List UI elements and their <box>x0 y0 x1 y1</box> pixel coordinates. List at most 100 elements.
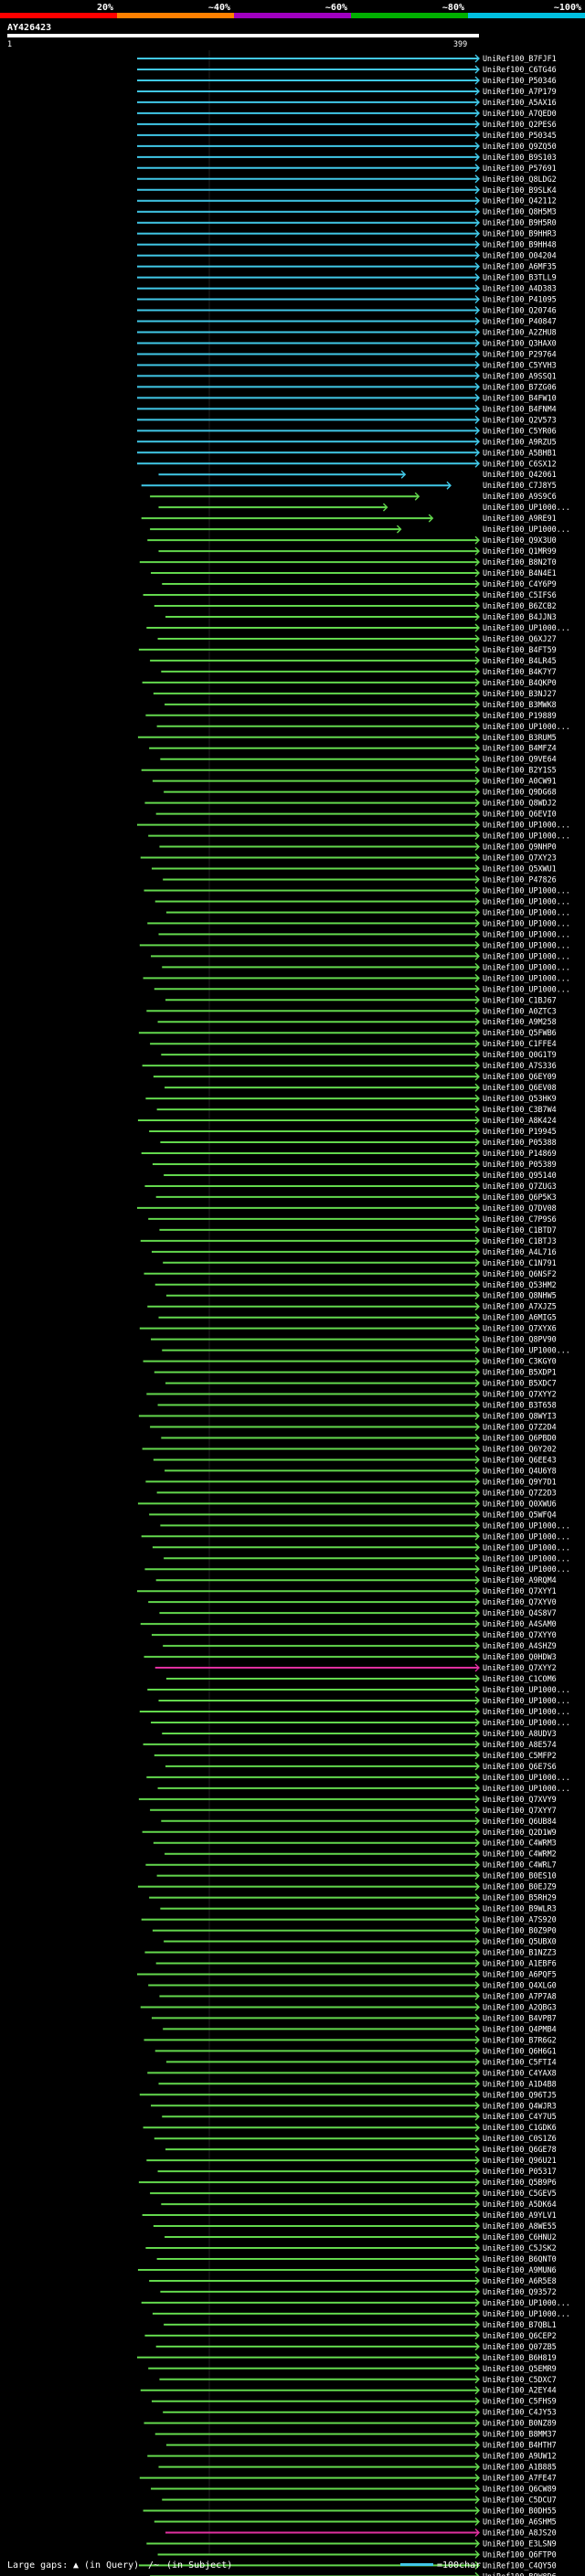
hit-label[interactable]: UniRef100_A8K424 <box>483 1116 557 1125</box>
hit-label[interactable]: UniRef100_Q4U6Y8 <box>483 1466 557 1475</box>
hit-label[interactable]: UniRef100_Q0G1T9 <box>483 1050 557 1059</box>
hit-label[interactable]: UniRef100_UP1000... <box>483 1532 570 1541</box>
hit-label[interactable]: UniRef100_Q7XVY9 <box>483 1795 557 1804</box>
hit-label[interactable]: UniRef100_Q6EV08 <box>483 1083 557 1092</box>
hit-label[interactable]: UniRef100_A5AX16 <box>483 98 557 107</box>
hit-label[interactable]: UniRef100_B4FW10 <box>483 393 557 402</box>
hit-label[interactable]: UniRef100_C1BJ67 <box>483 995 557 1004</box>
hit-label[interactable]: UniRef100_A8JS20 <box>483 2528 557 2537</box>
hit-label[interactable]: UniRef100_Q6GE78 <box>483 2145 557 2154</box>
hit-label[interactable]: UniRef100_UP1000... <box>483 918 570 928</box>
hit-label[interactable]: UniRef100_UP1000... <box>483 821 570 830</box>
hit-label[interactable]: UniRef100_A4SAM0 <box>483 1619 557 1628</box>
hit-label[interactable]: UniRef100_A9RZU5 <box>483 437 557 446</box>
hit-label[interactable]: UniRef100_UP1000... <box>483 973 570 982</box>
hit-label[interactable]: UniRef100_A1B885 <box>483 2463 557 2472</box>
hit-label[interactable]: UniRef100_C0S1Z6 <box>483 2134 557 2143</box>
hit-label[interactable]: UniRef100_Q6XJ27 <box>483 634 557 643</box>
hit-label[interactable]: UniRef100_A1EBF6 <box>483 1959 557 1968</box>
hit-label[interactable]: UniRef100_Q6CW89 <box>483 2485 557 2494</box>
hit-label[interactable]: UniRef100_B4VPB7 <box>483 2013 557 2022</box>
hit-label[interactable]: UniRef100_Q4PMB4 <box>483 2024 557 2033</box>
hit-label[interactable]: UniRef100_C5YVH3 <box>483 360 557 369</box>
hit-label[interactable]: UniRef100_Q5FWB6 <box>483 1028 557 1037</box>
hit-label[interactable]: UniRef100_Q4S8V7 <box>483 1608 557 1617</box>
hit-label[interactable]: UniRef100_Q9NHP0 <box>483 843 557 852</box>
hit-label[interactable]: UniRef100_Q0XWU6 <box>483 1499 557 1508</box>
hit-label[interactable]: UniRef100_UP1000... <box>483 623 570 632</box>
hit-label[interactable]: UniRef100_A0CW91 <box>483 777 557 786</box>
hit-label[interactable]: UniRef100_C4Y7U5 <box>483 2112 557 2121</box>
hit-label[interactable]: UniRef100_A1D4B8 <box>483 2079 557 2088</box>
hit-label[interactable]: UniRef100_B6ZCB2 <box>483 601 557 610</box>
hit-label[interactable]: UniRef100_Q7XYV0 <box>483 1597 557 1606</box>
hit-label[interactable]: UniRef100_Q96U21 <box>483 2156 557 2165</box>
hit-label[interactable]: UniRef100_A9SSQ1 <box>483 371 557 380</box>
hit-label[interactable]: UniRef100_B7ZG06 <box>483 382 557 391</box>
hit-label[interactable]: UniRef100_Q7Z2D4 <box>483 1423 557 1432</box>
hit-label[interactable]: UniRef100_C6HNU2 <box>483 2232 557 2242</box>
hit-label[interactable]: UniRef100_Q7XYY0 <box>483 1630 557 1639</box>
hit-label[interactable]: UniRef100_Q20746 <box>483 306 557 315</box>
hit-label[interactable]: UniRef100_P05388 <box>483 1138 557 1147</box>
hit-label[interactable]: UniRef100_B3TLL9 <box>483 273 557 282</box>
hit-label[interactable]: UniRef100_C4YAX8 <box>483 2068 557 2077</box>
hit-label[interactable]: UniRef100_B5XDP1 <box>483 1368 557 1377</box>
hit-label[interactable]: UniRef100_B9H5R0 <box>483 218 557 228</box>
hit-label[interactable]: UniRef100_C4WRM3 <box>483 1839 557 1848</box>
hit-label[interactable]: UniRef100_B4QKP0 <box>483 678 557 687</box>
hit-label[interactable]: UniRef100_A8WE55 <box>483 2221 557 2231</box>
hit-label[interactable]: UniRef100_UP1000... <box>483 1784 570 1793</box>
hit-label[interactable]: UniRef100_P50345 <box>483 131 557 140</box>
hit-label[interactable]: UniRef100_B9WLR3 <box>483 1904 557 1913</box>
hit-label[interactable]: UniRef100_UP1000... <box>483 951 570 960</box>
hit-label[interactable]: UniRef100_Q6H6G1 <box>483 2046 557 2055</box>
hit-label[interactable]: UniRef100_A2EY44 <box>483 2386 557 2395</box>
hit-label[interactable]: UniRef100_A6PQF5 <box>483 1970 557 1979</box>
hit-label[interactable]: UniRef100_Q6PBD0 <box>483 1433 557 1442</box>
hit-label[interactable]: UniRef100_P14869 <box>483 1149 557 1158</box>
hit-label[interactable]: UniRef100_A6SHM5 <box>483 2518 557 2527</box>
hit-label[interactable]: UniRef100_Q3HAX0 <box>483 338 557 347</box>
hit-label[interactable]: UniRef100_B6H819 <box>483 2353 557 2362</box>
hit-label[interactable]: UniRef100_C4Y6P9 <box>483 579 557 588</box>
hit-label[interactable]: UniRef100_Q8PV90 <box>483 1335 557 1344</box>
hit-label[interactable]: UniRef100_P40847 <box>483 317 557 326</box>
hit-label[interactable]: UniRef100_UP1000... <box>483 1696 570 1705</box>
hit-label[interactable]: UniRef100_A7S920 <box>483 1915 557 1924</box>
hit-label[interactable]: UniRef100_UP1000... <box>483 503 570 512</box>
hit-label[interactable]: UniRef100_UP1000... <box>483 984 570 993</box>
hit-label[interactable]: UniRef100_Q9VE64 <box>483 755 557 764</box>
hit-label[interactable]: UniRef100_UP1000... <box>483 940 570 949</box>
hit-label[interactable]: UniRef100_Q8LDG2 <box>483 175 557 184</box>
hit-label[interactable]: UniRef100_P50346 <box>483 76 557 85</box>
hit-label[interactable]: UniRef100_Q7XYX6 <box>483 1324 557 1333</box>
hit-label[interactable]: UniRef100_B9HHR3 <box>483 229 557 239</box>
hit-label[interactable]: UniRef100_Q6Y202 <box>483 1444 557 1453</box>
hit-label[interactable]: UniRef100_Q07ZB5 <box>483 2342 557 2351</box>
hit-label[interactable]: UniRef100_A9YLV1 <box>483 2210 557 2220</box>
hit-label[interactable]: UniRef100_Q8NHW5 <box>483 1291 557 1300</box>
hit-label[interactable]: UniRef100_UP1000... <box>483 1521 570 1530</box>
hit-label[interactable]: UniRef100_B0DH55 <box>483 2507 557 2516</box>
hit-label[interactable]: UniRef100_UP1000... <box>483 2309 570 2318</box>
hit-label[interactable]: UniRef100_B1NZZ3 <box>483 1948 557 1957</box>
hit-label[interactable]: UniRef100_P29764 <box>483 349 557 358</box>
hit-label[interactable]: UniRef100_A9S9C6 <box>483 492 557 501</box>
hit-label[interactable]: UniRef100_B2Y1S5 <box>483 766 557 775</box>
hit-label[interactable]: UniRef100_P19889 <box>483 711 557 720</box>
hit-label[interactable]: UniRef100_A6MIG5 <box>483 1313 557 1322</box>
hit-label[interactable]: UniRef100_UP1000... <box>483 832 570 841</box>
hit-label[interactable]: UniRef100_C4WRL7 <box>483 1860 557 1870</box>
hit-label[interactable]: UniRef100_B7FJF1 <box>483 54 557 63</box>
hit-label[interactable]: UniRef100_A0ZTC3 <box>483 1006 557 1015</box>
hit-label[interactable]: UniRef100_Q96TJ5 <box>483 2090 557 2099</box>
hit-label[interactable]: UniRef100_A9MUN6 <box>483 2265 557 2274</box>
hit-label[interactable]: UniRef100_B5RH29 <box>483 1893 557 1903</box>
hit-label[interactable]: UniRef100_Q5UBX0 <box>483 1937 557 1946</box>
hit-label[interactable]: UniRef100_Q2D1W9 <box>483 1828 557 1837</box>
hit-label[interactable]: UniRef100_C4WRM2 <box>483 1850 557 1859</box>
hit-label[interactable]: UniRef100_A7P7A8 <box>483 1991 557 2000</box>
hit-label[interactable]: UniRef100_Q8WYI3 <box>483 1412 557 1421</box>
hit-label[interactable]: UniRef100_A7S336 <box>483 1061 557 1070</box>
